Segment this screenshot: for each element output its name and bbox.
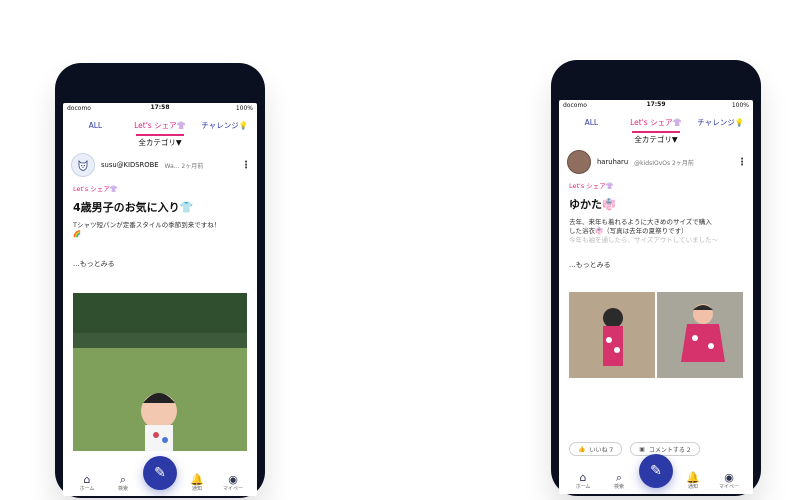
tab-lets-share[interactable]: Let's シェア👚: [624, 117, 689, 133]
compose-button[interactable]: ✎: [639, 454, 673, 488]
post-meta: @kidsIOvOs 2ヶ月前: [634, 159, 694, 167]
more-options-icon[interactable]: ⋮: [737, 157, 747, 168]
nav-label: ホーム: [79, 486, 95, 492]
like-label: いいね 7: [589, 446, 614, 454]
nav-account[interactable]: ◉ マイペー: [713, 472, 745, 490]
tab-lets-share[interactable]: Let's シェア👚: [128, 120, 193, 136]
nav-label: 検索: [117, 486, 128, 492]
account-icon: ◉: [228, 473, 238, 486]
status-bar: docomo 17:59 100%: [559, 100, 753, 110]
comment-label: コメントする 2: [648, 446, 691, 454]
post-body: 去年、来年も着れるように大きめのサイズで購入 した浴衣👘（写真は去年の夏祭りです…: [569, 218, 743, 245]
post-photo-2-svg: [657, 292, 743, 378]
nav-label: 検索: [613, 484, 624, 490]
tab-all[interactable]: ALL: [63, 121, 128, 130]
status-bar: docomo 17:58 100%: [63, 103, 257, 113]
notification-icon: 🔔: [190, 473, 204, 486]
phone-right: docomo 17:59 100% ALL Let's シェア👚 チャレンジ💡 …: [551, 60, 761, 496]
post-title: 4歳男子のお気に入り👕: [73, 201, 194, 214]
username[interactable]: haruharu: [597, 158, 628, 166]
tab-challenge[interactable]: チャレンジ💡: [688, 117, 753, 128]
tab-bar: ALL Let's シェア👚 チャレンジ💡: [559, 114, 753, 133]
category-dropdown[interactable]: 全カテゴリ▼: [63, 137, 257, 148]
comment-button[interactable]: ▣ コメントする 2: [630, 442, 700, 456]
tab-all[interactable]: ALL: [559, 118, 624, 127]
phone-left: docomo 17:58 100% ALL Let's シェア👚 チャレンジ💡 …: [55, 63, 265, 498]
cat-avatar-svg: [78, 160, 88, 171]
phone-screen-right: docomo 17:59 100% ALL Let's シェア👚 チャレンジ💡 …: [559, 100, 753, 494]
status-time: 17:58: [150, 104, 170, 111]
tab-bar: ALL Let's シェア👚 チャレンジ💡: [63, 117, 257, 136]
post-title: ゆかた👘: [569, 198, 616, 211]
post-header: haruharu @kidsIOvOs 2ヶ月前 ⋮: [567, 150, 747, 174]
post-photo-1-svg: [569, 292, 655, 378]
post-photo-svg: [73, 293, 247, 451]
nav-notifications[interactable]: 🔔 通知: [181, 474, 213, 492]
cat-avatar-icon[interactable]: [71, 153, 95, 177]
post-body-faded: 今年も袖を通したら、サイズアウトしていました〜: [569, 236, 719, 244]
see-more-link[interactable]: ...もっとみる: [73, 259, 115, 269]
nav-label: ホーム: [575, 484, 591, 490]
username[interactable]: susu@KIDSROBE: [101, 161, 159, 169]
nav-notifications[interactable]: 🔔 通知: [677, 472, 709, 490]
nav-home[interactable]: ⌂ ホーム: [71, 474, 103, 492]
nav-label: 通知: [191, 486, 202, 492]
see-more-link[interactable]: ...もっとみる: [569, 260, 611, 270]
like-button[interactable]: 👍 いいね 7: [569, 442, 623, 456]
post-body: Tシャツ短パンが定番スタイルの季節到来ですね！ 🌈: [73, 221, 247, 239]
post-meta: Wa... 2ヶ月前: [164, 162, 204, 170]
post-photo[interactable]: [73, 293, 247, 451]
category-dropdown[interactable]: 全カテゴリ▼: [559, 134, 753, 145]
post-body-line-2: した浴衣👘（写真は去年の夏祭りです）: [569, 227, 688, 235]
thumbs-up-icon: 👍: [578, 445, 586, 453]
more-options-icon[interactable]: ⋮: [241, 160, 251, 171]
home-icon: ⌂: [83, 473, 91, 486]
nav-label: 通知: [687, 484, 698, 490]
search-icon: ⌕: [615, 471, 623, 484]
comment-icon: ▣: [639, 445, 645, 453]
phone-screen-left: docomo 17:58 100% ALL Let's シェア👚 チャレンジ💡 …: [63, 103, 257, 496]
pencil-icon: ✎: [154, 465, 166, 481]
post-header: susu@KIDSROBE Wa... 2ヶ月前 ⋮: [71, 153, 251, 177]
nav-label: マイペー: [718, 484, 739, 490]
compose-button[interactable]: ✎: [143, 456, 177, 490]
tab-challenge[interactable]: チャレンジ💡: [192, 120, 257, 131]
pencil-icon: ✎: [650, 463, 662, 479]
post-tag[interactable]: Let's シェア👚: [73, 183, 118, 193]
account-icon: ◉: [724, 471, 734, 484]
home-icon: ⌂: [579, 471, 587, 484]
nav-search[interactable]: ⌕ 検索: [603, 472, 635, 490]
post-body-line-1: 去年、来年も着れるように大きめのサイズで購入: [569, 218, 712, 226]
nav-label: マイペー: [222, 486, 243, 492]
user-avatar-icon[interactable]: [567, 150, 591, 174]
post-tag[interactable]: Let's シェア👚: [569, 180, 614, 190]
status-time: 17:59: [646, 101, 666, 108]
notification-icon: 🔔: [686, 471, 700, 484]
nav-search[interactable]: ⌕ 検索: [107, 474, 139, 492]
nav-account[interactable]: ◉ マイペー: [217, 474, 249, 492]
post-photo-1[interactable]: [569, 292, 655, 378]
search-icon: ⌕: [119, 473, 127, 486]
post-photo-2[interactable]: [657, 292, 743, 378]
post-body-line-1: Tシャツ短パンが定番スタイルの季節到来ですね！: [73, 221, 221, 229]
nav-home[interactable]: ⌂ ホーム: [567, 472, 599, 490]
post-body-line-2: 🌈: [73, 230, 82, 238]
